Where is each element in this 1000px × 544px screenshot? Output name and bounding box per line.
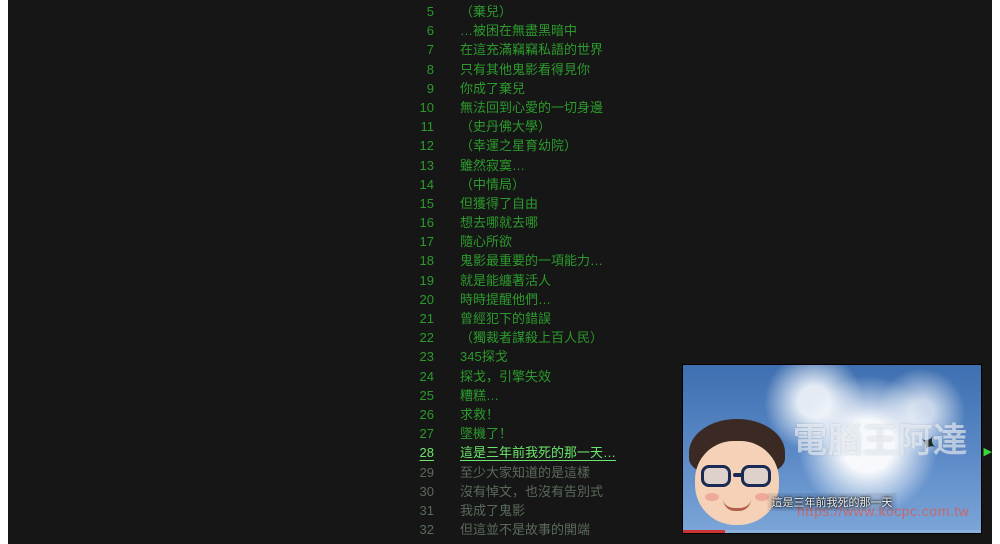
line-number: 19: [8, 271, 460, 290]
line-number: 10: [8, 98, 460, 117]
subtitle-line[interactable]: 5（棄兒）: [8, 2, 992, 21]
line-number: 11: [8, 117, 460, 136]
cartoon-face-icon: [689, 419, 785, 529]
line-text: 隨心所欲: [460, 232, 992, 251]
line-number: 7: [8, 40, 460, 59]
subtitle-line[interactable]: 19就是能纏著活人: [8, 271, 992, 290]
line-text: 想去哪就去哪: [460, 213, 992, 232]
line-number: 8: [8, 60, 460, 79]
line-number: 17: [8, 232, 460, 251]
preview-caption: 這是三年前我死的那一天: [768, 493, 897, 511]
line-number: 22: [8, 328, 460, 347]
line-text: （棄兒）: [460, 2, 992, 21]
subtitle-line[interactable]: 11（史丹佛大學）: [8, 117, 992, 136]
preview-progress-bar[interactable]: [683, 530, 981, 533]
subtitle-line[interactable]: 12（幸運之星育幼院）: [8, 136, 992, 155]
subtitle-line[interactable]: 16想去哪就去哪: [8, 213, 992, 232]
line-text: 雖然寂寞…: [460, 156, 992, 175]
subtitle-line[interactable]: 10無法回到心愛的一切身邊: [8, 98, 992, 117]
subtitle-line[interactable]: 6…被困在無盡黑暗中: [8, 21, 992, 40]
line-number: 15: [8, 194, 460, 213]
line-text: （獨裁者謀殺上百人民）: [460, 328, 992, 347]
line-text: （史丹佛大學）: [460, 117, 992, 136]
line-text: （幸運之星育幼院）: [460, 136, 992, 155]
subtitle-line[interactable]: 14（中情局）: [8, 175, 992, 194]
subtitle-line[interactable]: 21曾經犯下的錯誤: [8, 309, 992, 328]
watermark-text: 電腦王阿達: [793, 413, 968, 462]
line-text: 就是能纏著活人: [460, 271, 992, 290]
line-number: 13: [8, 156, 460, 175]
line-text: 鬼影最重要的一項能力…: [460, 251, 992, 270]
line-number: 21: [8, 309, 460, 328]
line-number: 16: [8, 213, 460, 232]
line-number: 32: [8, 520, 460, 539]
line-number: 26: [8, 405, 460, 424]
subtitle-line[interactable]: 13雖然寂寞…: [8, 156, 992, 175]
line-text: 你成了棄兒: [460, 79, 992, 98]
subtitle-line[interactable]: 8只有其他鬼影看得見你: [8, 60, 992, 79]
line-number: 23: [8, 347, 460, 366]
line-number: 28: [8, 443, 460, 462]
line-text: 曾經犯下的錯誤: [460, 309, 992, 328]
subtitle-line[interactable]: 7在這充滿竊竊私語的世界: [8, 40, 992, 59]
line-number: 24: [8, 367, 460, 386]
line-number: 6: [8, 21, 460, 40]
line-number: 18: [8, 251, 460, 270]
line-number: 27: [8, 424, 460, 443]
line-number: 31: [8, 501, 460, 520]
line-number: 9: [8, 79, 460, 98]
line-text: 無法回到心愛的一切身邊: [460, 98, 992, 117]
line-number: 20: [8, 290, 460, 309]
subtitle-line[interactable]: 15但獲得了自由: [8, 194, 992, 213]
line-text: …被困在無盡黑暗中: [460, 21, 992, 40]
subtitle-editor-panel: 5（棄兒）6…被困在無盡黑暗中7在這充滿竊竊私語的世界8只有其他鬼影看得見你9你…: [8, 0, 992, 544]
subtitle-line[interactable]: 18鬼影最重要的一項能力…: [8, 251, 992, 270]
line-number: 25: [8, 386, 460, 405]
line-number: 29: [8, 463, 460, 482]
line-number: 14: [8, 175, 460, 194]
line-text: 但獲得了自由: [460, 194, 992, 213]
line-text: 在這充滿竊竊私語的世界: [460, 40, 992, 59]
video-preview-thumbnail[interactable]: ✦ 電腦王阿達 https://www.kocpc.com.tw 這是三年前我死…: [682, 364, 982, 534]
subtitle-line[interactable]: 20時時提醒他們…: [8, 290, 992, 309]
line-number: 30: [8, 482, 460, 501]
subtitle-line[interactable]: 22（獨裁者謀殺上百人民）: [8, 328, 992, 347]
line-text: 時時提醒他們…: [460, 290, 992, 309]
subtitle-line[interactable]: 9你成了棄兒: [8, 79, 992, 98]
line-number: 5: [8, 2, 460, 21]
line-text: 只有其他鬼影看得見你: [460, 60, 992, 79]
subtitle-line[interactable]: 17隨心所欲: [8, 232, 992, 251]
line-text: （中情局）: [460, 175, 992, 194]
line-number: 12: [8, 136, 460, 155]
